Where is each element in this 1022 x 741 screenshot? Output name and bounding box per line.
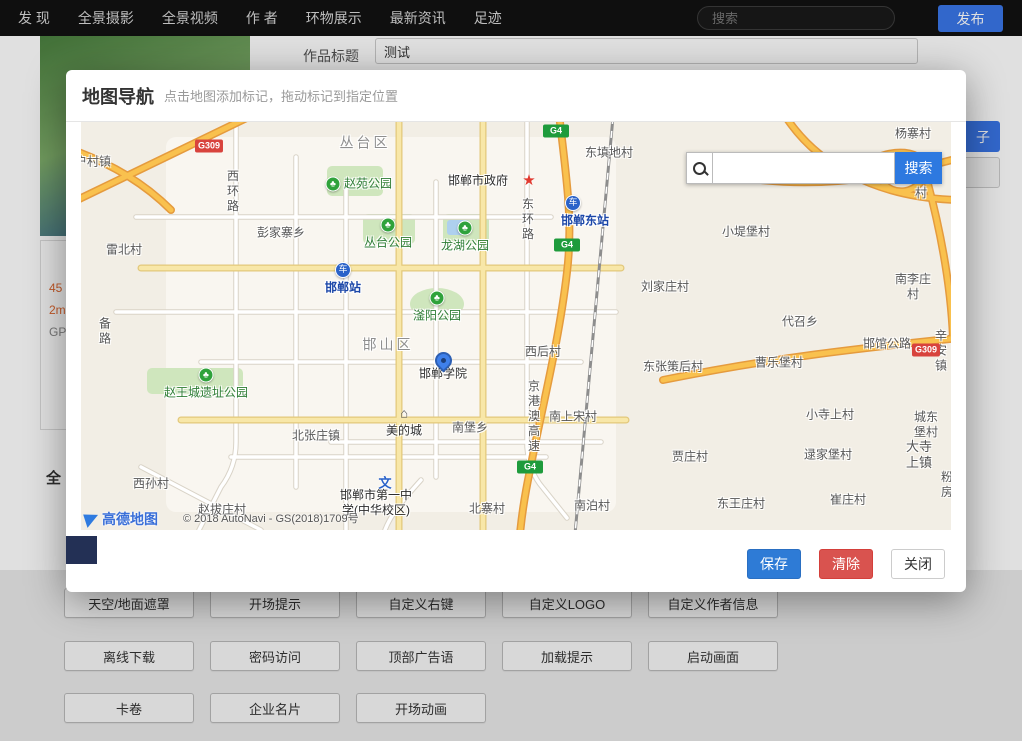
government-star-icon: ★ [522,171,535,189]
map-label: 代召乡 [782,315,818,330]
map-label: 邯郸市政府 [448,174,508,189]
map-label: 赵苑公园 [344,177,392,192]
map-label: 南上宋村 [549,410,597,425]
close-button[interactable]: 关闭 [891,549,945,579]
map-label: 南泊村 [574,499,610,514]
modal-body: 丛台区邯山区户村镇东填地村杨寨村沙中村小堤堡村彭家寨乡雷北村刘家庄村南李庄村代召… [81,122,951,530]
modal-header: 地图导航 点击地图添加标记，拖动标记到指定位置 [66,70,966,122]
map-label: 小堤堡村 [722,225,770,240]
train-station-icon: 车 [565,195,581,211]
map-label: 杨寨村 [895,127,931,142]
map-label: 城东堡村 [914,410,939,440]
road-badge: G4 [554,239,580,252]
map-modal: 地图导航 点击地图添加标记，拖动标记到指定位置 [66,70,966,592]
amap-logo-text: 高德地图 [102,509,158,529]
tree-icon: ♣ [326,177,341,192]
map-label: 丛台公园 [364,236,412,251]
map-label: 邯馆公路 [863,337,911,352]
map-copyright: © 2018 AutoNavi - GS(2018)1709号 [183,510,359,526]
amap-logo-icon [83,510,101,528]
school-icon: 文 [378,473,391,492]
map-label: 崔庄村 [830,493,866,508]
map-search-icon-box[interactable] [686,152,712,184]
map-search-bar: 搜索 [686,152,942,184]
footer-buttons: 保存 清除 关闭 [747,549,945,579]
map-label: 贾庄村 [672,450,708,465]
map-label: 美的城 [386,424,422,439]
map-label: 北寨村 [469,502,505,517]
map-label: 西后村 [525,345,561,360]
map-label: 备路 [97,317,112,347]
map-label: 邯郸东站 [561,214,609,229]
train-station-icon: 车 [335,262,351,278]
map-label: 南堡乡 [452,421,488,436]
map-label: 大寺上镇 [903,439,935,472]
map-label: 西环路 [225,170,240,215]
map-label: 逯家堡村 [804,448,852,463]
map-label: 邯郸站 [325,281,361,296]
map-search-input[interactable] [712,152,895,184]
map-label: 东填地村 [585,146,633,161]
tree-icon: ♣ [430,291,445,306]
building-icon: ⌂ [400,406,408,421]
map-label: 京港澳高速 [526,380,541,455]
modal-footer: 保存 清除 关闭 [66,530,966,592]
map-label: 丛台区 [340,134,391,152]
map-label: 北张庄镇 [292,429,340,444]
modal-title: 地图导航 [82,83,154,109]
map-label: 东环路 [520,198,535,243]
road-badge: G4 [543,125,569,138]
amap-logo: 高德地图 [85,509,158,529]
road-badge: G309 [912,344,940,357]
map-label: 邯山区 [363,336,414,354]
footer-dark-fragment [66,536,97,564]
map-search-button[interactable]: 搜索 [895,152,942,184]
map-label: 户村镇 [81,155,111,170]
clear-button[interactable]: 清除 [819,549,873,579]
map-label: 小寺上村 [806,408,854,423]
map-label: 滏阳公园 [413,309,461,324]
tree-icon: ♣ [381,218,396,233]
map-label: 赵王城遗址公园 [164,386,248,401]
save-button[interactable]: 保存 [747,549,801,579]
search-icon [693,162,706,175]
map-marker-pin[interactable] [434,350,452,372]
map-label: 龙湖公园 [441,239,489,254]
road-badge: G309 [195,140,223,153]
map-label: 曹乐堡村 [755,356,803,371]
tree-icon: ♣ [199,368,214,383]
map-label: 粉房 [941,470,951,500]
map-label: 东张策后村 [643,360,703,375]
map-canvas[interactable]: 丛台区邯山区户村镇东填地村杨寨村沙中村小堤堡村彭家寨乡雷北村刘家庄村南李庄村代召… [81,122,951,530]
tree-icon: ♣ [458,221,473,236]
map-label: 雷北村 [106,243,142,258]
map-label: 西孙村 [133,477,169,492]
modal-subtitle: 点击地图添加标记，拖动标记到指定位置 [164,86,398,105]
road-badge: G4 [517,461,543,474]
map-label: 刘家庄村 [641,280,689,295]
map-label: 东王庄村 [717,497,765,512]
map-label: 彭家寨乡 [257,226,305,241]
map-label: 南李庄村 [894,272,932,302]
